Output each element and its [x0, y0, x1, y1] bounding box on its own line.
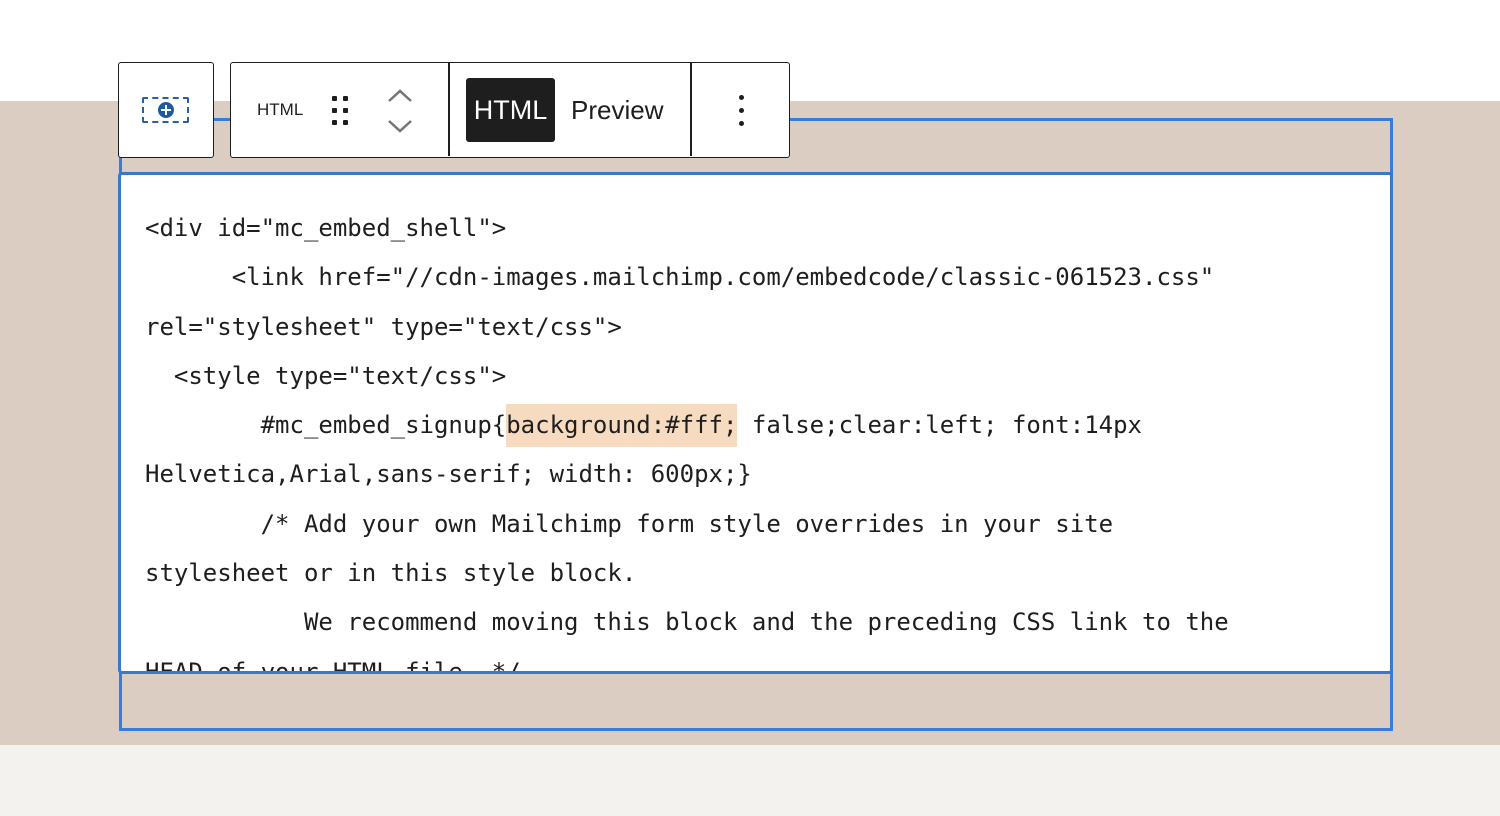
- highlighted-code-segment: background:#fff;: [506, 404, 738, 448]
- code-segment: false;clear:left; font:14px: [737, 411, 1142, 440]
- html-mode-button[interactable]: HTML: [466, 78, 555, 142]
- code-line: #mc_embed_signup{background:#fff; false;…: [145, 401, 1390, 450]
- chevron-down-icon: [388, 120, 412, 133]
- drag-handle-icon[interactable]: [327, 93, 353, 129]
- html-code-editor[interactable]: <div id="mc_embed_shell"> <link href="//…: [118, 172, 1393, 674]
- toolbar-divider: [690, 63, 692, 156]
- code-line: rel="stylesheet" type="text/css">: [145, 312, 622, 341]
- code-line: We recommend moving this block and the p…: [145, 608, 1229, 637]
- code-line: <link href="//cdn-images.mailchimp.com/e…: [145, 263, 1215, 292]
- toolbar-divider: [448, 63, 450, 156]
- block-options-button[interactable]: [711, 83, 771, 139]
- code-text[interactable]: <div id="mc_embed_shell"> <link href="//…: [121, 175, 1390, 674]
- code-line: /* Add your own Mailchimp form style ove…: [145, 509, 1114, 538]
- code-line: HEAD of your HTML file. */: [145, 657, 521, 674]
- code-line: stylesheet or in this style block.: [145, 559, 637, 588]
- add-block-button[interactable]: [142, 97, 189, 123]
- code-line: Helvetica,Arial,sans-serif; width: 600px…: [145, 460, 752, 489]
- code-line: <div id="mc_embed_shell">: [145, 214, 507, 242]
- code-segment: #mc_embed_signup{: [145, 411, 507, 440]
- move-up-button[interactable]: [383, 83, 417, 109]
- block-mover: [383, 83, 417, 139]
- block-inserter-toolbar: [118, 62, 214, 158]
- code-line: <style type="text/css">: [145, 361, 507, 390]
- block-toolbar: HTML HTML Preview: [230, 62, 790, 158]
- block-type-label[interactable]: HTML: [257, 100, 303, 120]
- more-vertical-icon: [739, 95, 744, 100]
- preview-mode-button[interactable]: Preview: [571, 78, 663, 142]
- chevron-up-icon: [388, 89, 412, 102]
- editor-footer-area: [0, 745, 1500, 816]
- move-down-button[interactable]: [383, 113, 417, 139]
- add-block-icon: [158, 102, 174, 118]
